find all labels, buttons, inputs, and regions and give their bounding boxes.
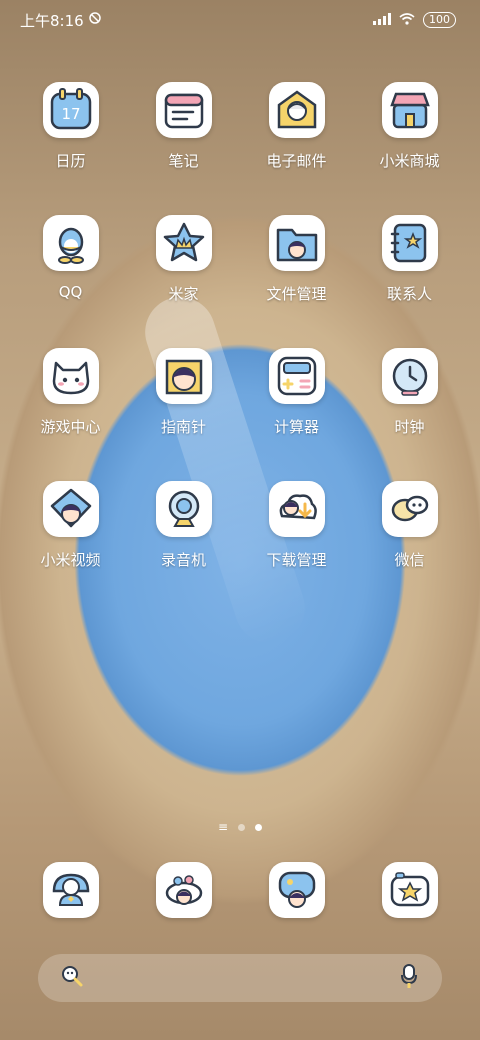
download-icon <box>268 481 325 537</box>
dock-app-messages[interactable] <box>127 862 240 918</box>
video-icon <box>42 481 99 537</box>
calendar-icon: 17 <box>42 82 99 138</box>
menu-lines-icon: ≡ <box>217 820 229 834</box>
messages-icon <box>155 862 212 918</box>
app-label: 游戏中心 <box>40 418 101 436</box>
battery-indicator: 100 <box>423 12 456 28</box>
page-dot[interactable] <box>238 824 246 831</box>
app-wechat[interactable]: 微信 <box>353 481 466 570</box>
app-email[interactable]: 电子邮件 <box>240 82 353 171</box>
app-label: 小米视频 <box>40 551 101 569</box>
app-label: 电子邮件 <box>266 152 327 170</box>
app-calculator[interactable]: 计算器 <box>240 348 353 437</box>
app-label: 时钟 <box>394 418 425 436</box>
app-store[interactable]: 小米商城 <box>353 82 466 171</box>
app-label: QQ <box>58 283 83 301</box>
email-icon <box>268 82 325 138</box>
search-bar[interactable] <box>38 954 442 1002</box>
app-contacts[interactable]: 联系人 <box>353 215 466 304</box>
contacts-icon <box>381 215 438 271</box>
app-recorder[interactable]: 录音机 <box>127 481 240 570</box>
app-game-center[interactable]: 游戏中心 <box>14 348 127 437</box>
app-notes[interactable]: 笔记 <box>127 82 240 171</box>
app-label: 下载管理 <box>266 551 327 569</box>
compass-icon <box>155 348 212 404</box>
page-dot-active[interactable] <box>255 824 263 831</box>
app-label: 联系人 <box>386 285 432 303</box>
app-label: 指南针 <box>160 418 206 436</box>
dock-app-camera[interactable] <box>353 862 466 918</box>
app-clock[interactable]: 时钟 <box>353 348 466 437</box>
notes-icon <box>155 82 212 138</box>
phone-icon <box>42 862 99 918</box>
calculator-icon <box>268 348 325 404</box>
app-qq[interactable]: QQ <box>14 215 127 304</box>
page-indicator[interactable]: ≡ <box>0 820 480 834</box>
status-right: 100 <box>373 11 456 29</box>
status-bar: 上午8:16 100 <box>0 0 480 40</box>
wechat-icon <box>381 481 438 537</box>
app-grid: 17 日历 笔记 电子邮件 小米商城 QQ 米家 文件管理 联系人 游戏中心 指… <box>14 82 466 570</box>
app-calendar[interactable]: 17 日历 <box>14 82 127 171</box>
app-label: 日历 <box>55 152 86 170</box>
app-label: 计算器 <box>273 418 319 436</box>
search-icon[interactable] <box>60 964 84 992</box>
status-left: 上午8:16 <box>20 10 102 31</box>
dock <box>14 862 466 918</box>
status-time: 上午8:16 <box>20 11 84 30</box>
wifi-icon <box>399 11 415 29</box>
dock-app-browser[interactable] <box>240 862 353 918</box>
app-label: 录音机 <box>160 551 206 569</box>
app-mijia[interactable]: 米家 <box>127 215 240 304</box>
app-label: 微信 <box>394 551 425 569</box>
mijia-icon <box>155 215 212 271</box>
app-video[interactable]: 小米视频 <box>14 481 127 570</box>
dock-app-phone[interactable] <box>14 862 127 918</box>
recorder-icon <box>155 481 212 537</box>
dnd-icon <box>88 11 102 29</box>
camera-icon <box>381 862 438 918</box>
clock-icon <box>381 348 438 404</box>
app-label: 小米商城 <box>379 152 440 170</box>
app-label: 米家 <box>168 285 199 303</box>
store-icon <box>381 82 438 138</box>
calendar-badge: 17 <box>61 105 80 123</box>
qq-icon <box>42 215 99 271</box>
app-download[interactable]: 下载管理 <box>240 481 353 570</box>
microphone-icon[interactable] <box>398 963 420 993</box>
app-label: 笔记 <box>168 152 199 170</box>
game-center-icon <box>42 348 99 404</box>
app-label: 文件管理 <box>266 285 327 303</box>
app-compass[interactable]: 指南针 <box>127 348 240 437</box>
browser-icon <box>268 862 325 918</box>
signal-icon <box>373 11 391 29</box>
file-manager-icon <box>268 215 325 271</box>
app-file-manager[interactable]: 文件管理 <box>240 215 353 304</box>
